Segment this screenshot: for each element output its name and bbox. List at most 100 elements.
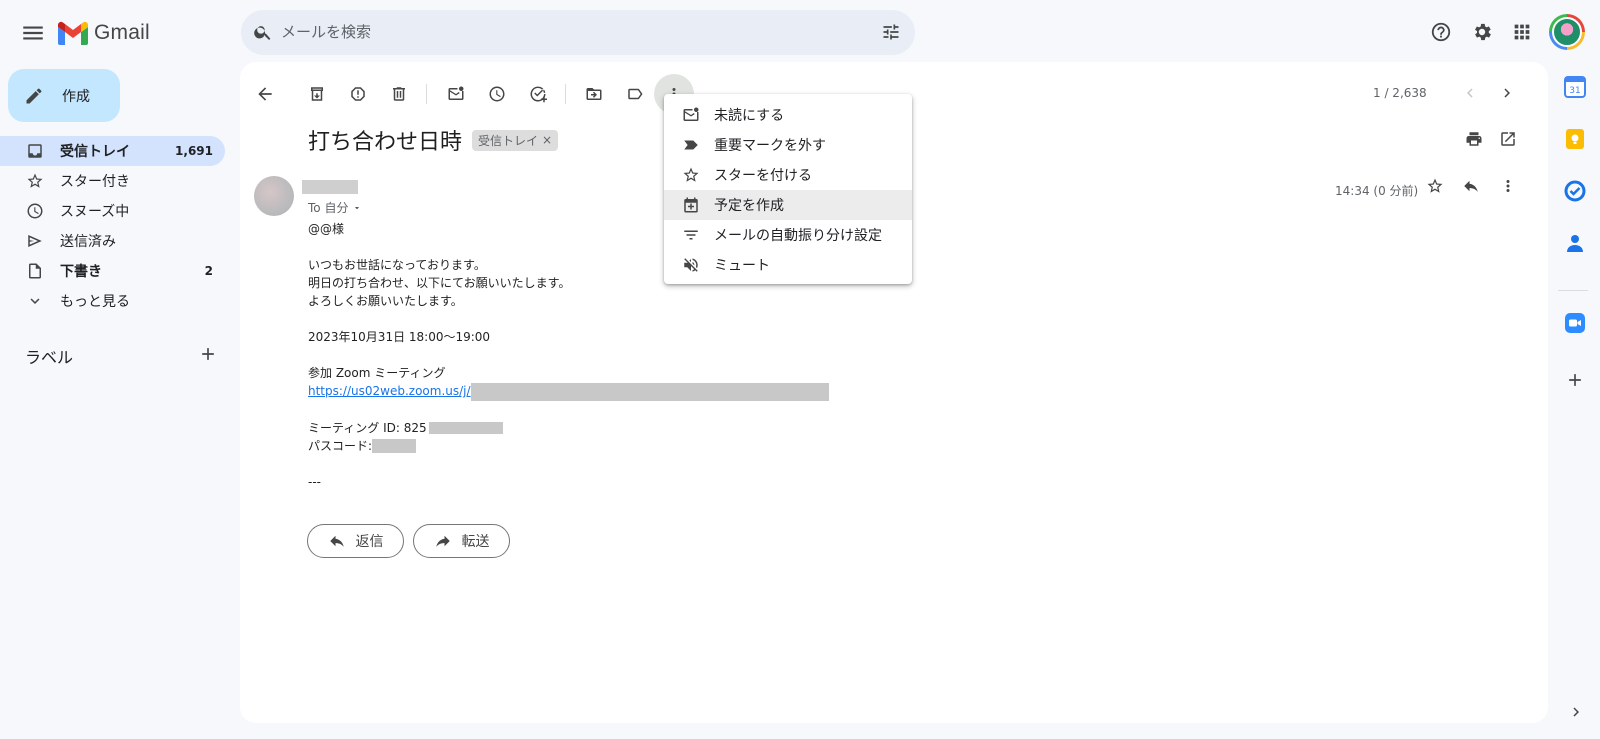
- signature-separator: ---: [308, 474, 321, 489]
- zoom-title: 参加 Zoom ミーティング: [308, 366, 446, 380]
- filter-icon: [684, 230, 698, 240]
- add-task-icon: [530, 86, 547, 103]
- message-time: 14:34 (0 分前): [1335, 184, 1419, 198]
- clock-icon: [489, 86, 505, 102]
- passcode: パスコード:: [308, 438, 373, 453]
- keep-app-icon[interactable]: [1564, 128, 1586, 150]
- archive-icon: [311, 87, 323, 101]
- snooze-button[interactable]: [477, 74, 517, 114]
- gmail-m-icon: [58, 21, 88, 45]
- menu-item-mark-not-important[interactable]: 重要マークを外す: [664, 130, 912, 160]
- meeting-id: ミーティング ID: 825: [308, 420, 427, 435]
- redacted-block: [470, 382, 829, 401]
- sidebar-item-starred[interactable]: スター付き: [0, 166, 225, 196]
- forward-icon: [435, 535, 450, 547]
- labels-heading: ラベル: [25, 348, 74, 367]
- more-options-menu: 未読にする 重要マークを外す スターを付ける 予定を作成 メールの自動振り分け設…: [664, 94, 912, 284]
- calendar-app-icon[interactable]: 31: [1564, 76, 1586, 98]
- labels-button[interactable]: [615, 74, 655, 114]
- account-avatar[interactable]: [1549, 14, 1585, 50]
- search-options-icon[interactable]: [881, 22, 901, 42]
- remove-label-icon[interactable]: ×: [542, 133, 552, 147]
- sidebar-item-label: 送信済み: [60, 234, 116, 250]
- menu-item-mute[interactable]: ミュート: [664, 250, 912, 280]
- pagination-text: 1 / 2,638: [1373, 86, 1427, 100]
- menu-item-filter-messages[interactable]: メールの自動振り分け設定: [664, 220, 912, 250]
- reply-button[interactable]: 返信: [307, 524, 404, 558]
- svg-text:31: 31: [1569, 86, 1580, 96]
- add-label-plus-icon[interactable]: [198, 344, 218, 364]
- mark-unread-icon: [683, 107, 699, 121]
- mark-unread-button[interactable]: [436, 74, 476, 114]
- body-line: よろしくお願いいたします。: [308, 294, 463, 308]
- zoom-app-icon[interactable]: [1564, 312, 1586, 334]
- main-menu-button[interactable]: [20, 20, 46, 46]
- sidebar-item-label: 下書き: [60, 264, 102, 280]
- sidebar-item-label: スヌーズ中: [60, 204, 130, 220]
- arrow-back-icon: [258, 87, 272, 101]
- email-subject: 打ち合わせ日時 受信トレイ ×: [308, 124, 559, 156]
- archive-button[interactable]: [297, 74, 337, 114]
- search-icon[interactable]: [253, 22, 273, 42]
- sidebar-item-snoozed[interactable]: スヌーズ中: [0, 196, 225, 226]
- apps-grid-icon[interactable]: [1511, 21, 1533, 43]
- meeting-id-line: ミーティング ID: 825: [308, 419, 829, 437]
- reply-icon: [329, 535, 344, 547]
- report-spam-button[interactable]: [338, 74, 378, 114]
- gmail-logo[interactable]: Gmail: [58, 16, 150, 50]
- delete-button[interactable]: [379, 74, 419, 114]
- trash-icon: [393, 87, 405, 101]
- inbox-icon: [28, 144, 42, 158]
- important-icon: [684, 140, 698, 150]
- help-icon[interactable]: [1430, 21, 1452, 43]
- menu-item-add-star[interactable]: スターを付ける: [664, 160, 912, 190]
- print-icon[interactable]: [1465, 130, 1483, 148]
- draft-file-icon: [29, 263, 41, 279]
- reply-label: 返信: [355, 534, 384, 550]
- sidebar-item-more[interactable]: もっと見る: [0, 286, 225, 316]
- menu-item-create-event[interactable]: 予定を作成: [664, 190, 912, 220]
- chevron-right-icon[interactable]: [1498, 84, 1516, 102]
- recipient-line[interactable]: To 自分: [308, 199, 362, 216]
- search-input[interactable]: [281, 20, 841, 44]
- caret-down-icon: [355, 206, 360, 209]
- star-outline-icon: [27, 173, 43, 188]
- unread-count: 1,691: [175, 144, 213, 158]
- menu-item-label: 未読にする: [714, 108, 785, 124]
- search-bar[interactable]: [241, 10, 915, 55]
- sidebar-item-inbox[interactable]: 受信トレイ 1,691: [0, 136, 225, 166]
- app-name: Gmail: [94, 21, 150, 44]
- tasks-app-icon[interactable]: [1564, 180, 1586, 202]
- menu-item-label: 予定を作成: [714, 198, 784, 214]
- star-outline-icon[interactable]: [1426, 177, 1444, 195]
- chevron-right-icon[interactable]: [1567, 703, 1585, 721]
- rail-divider: [1558, 290, 1588, 291]
- menu-item-mark-unread[interactable]: 未読にする: [664, 100, 912, 130]
- move-to-button[interactable]: [574, 74, 614, 114]
- contacts-app-icon[interactable]: [1564, 232, 1586, 254]
- clock-icon: [27, 203, 43, 219]
- add-to-tasks-button[interactable]: [518, 74, 558, 114]
- menu-item-label: ミュート: [714, 258, 770, 274]
- star-outline-icon: [683, 167, 699, 182]
- mute-icon: [684, 258, 698, 272]
- sidebar-item-drafts[interactable]: 下書き 2: [0, 256, 225, 286]
- sidebar-item-label: スター付き: [60, 174, 130, 190]
- sidebar-item-sent[interactable]: 送信済み: [0, 226, 225, 256]
- move-to-folder-icon: [586, 88, 602, 100]
- send-icon: [28, 235, 42, 247]
- forward-button[interactable]: 転送: [413, 524, 510, 558]
- reply-icon[interactable]: [1462, 177, 1480, 195]
- back-button[interactable]: [245, 74, 285, 114]
- compose-button[interactable]: 作成: [8, 69, 120, 122]
- top-bar: Gmail: [0, 0, 1600, 64]
- sender-avatar[interactable]: [254, 176, 294, 216]
- more-vert-icon[interactable]: [1499, 177, 1517, 195]
- mark-unread-icon: [448, 86, 464, 100]
- add-addon-plus-icon[interactable]: [1565, 370, 1585, 390]
- open-in-new-window-icon[interactable]: [1499, 130, 1517, 148]
- settings-gear-icon[interactable]: [1471, 21, 1493, 43]
- chevron-left-icon[interactable]: [1461, 84, 1479, 102]
- zoom-link[interactable]: https://us02web.zoom.us/j/: [308, 384, 471, 398]
- sender-name-redacted: [302, 180, 358, 194]
